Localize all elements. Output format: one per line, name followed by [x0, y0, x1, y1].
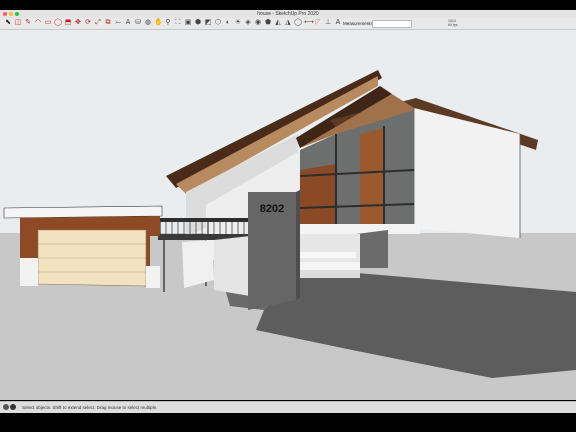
- solid-tools-icon[interactable]: ◉: [254, 19, 262, 27]
- info-icon[interactable]: [3, 404, 9, 410]
- 3d-text-icon[interactable]: A: [334, 19, 342, 27]
- offset-tool-icon[interactable]: ⧉: [104, 19, 112, 27]
- component-icon[interactable]: ⬡: [214, 19, 222, 27]
- arc-tool-icon[interactable]: ◠: [34, 19, 42, 27]
- lower-dark-wall: [356, 230, 388, 268]
- main-toolbar: ⬉ ◫ ✎ ◠ ▭ ◯ ⬒ ✥ ⟳ ⤢ ⧉ ⤚ A ⛁ ◍ ✋ ⚲ ⛶ ▣ ⬢ ◩ ⬡ ◐ ☀ ◈ ◉ ⬟ ◭ ◮ ◯ ⟷ ◸ ⊥ A Measu…: [0, 18, 576, 30]
- rectangle-tool-icon[interactable]: ▭: [44, 19, 52, 27]
- protractor-icon[interactable]: ◸: [314, 19, 322, 27]
- measurements-input[interactable]: [372, 20, 412, 28]
- orbit-tool-icon[interactable]: ◍: [144, 19, 152, 27]
- under-deck-wall-right: [214, 236, 250, 296]
- select-tool-icon[interactable]: ⬉: [4, 19, 12, 27]
- move-tool-icon[interactable]: ✥: [74, 19, 82, 27]
- garage-pier-right: [146, 266, 160, 288]
- line-tool-icon[interactable]: ✎: [24, 19, 32, 27]
- rotate-tool-icon[interactable]: ⟳: [84, 19, 92, 27]
- eraser-tool-icon[interactable]: ◫: [14, 19, 22, 27]
- warehouse-icon[interactable]: ▣: [184, 19, 192, 27]
- window-title: house - SketchUp Pro 2020: [257, 11, 319, 17]
- send-to-layout-icon[interactable]: ◩: [204, 19, 212, 27]
- stats-line-2: 60 fps: [448, 23, 458, 27]
- garage-pier-left: [20, 258, 38, 286]
- paint-bucket-tool-icon[interactable]: ⛁: [134, 19, 142, 27]
- viewport-stats: 1024 60 fps: [448, 19, 458, 27]
- styles-icon[interactable]: ◐: [224, 19, 232, 27]
- measurements-label: Measurements: [343, 21, 373, 26]
- text-tool-icon[interactable]: A: [124, 19, 132, 27]
- follow-me-icon[interactable]: ◭: [274, 19, 282, 27]
- scale-tool-icon[interactable]: ⤢: [94, 19, 102, 27]
- status-bar: Select objects. Shift to extend select. …: [0, 401, 576, 413]
- circle-tool-icon[interactable]: ◯: [54, 19, 62, 27]
- app-window: house - SketchUp Pro 2020 ⬉ ◫ ✎ ◠ ▭ ◯ ⬒ ✥ ⟳ ⤢ ⧉ ⤚ A ⛁…: [0, 0, 576, 432]
- model-view[interactable]: 8202: [0, 30, 576, 400]
- dimension-icon[interactable]: ⟷: [304, 19, 314, 27]
- status-text: Select objects. Shift to extend select. …: [22, 405, 158, 410]
- house-number: 8202: [260, 203, 284, 215]
- title-bar: house - SketchUp Pro 2020: [0, 10, 576, 18]
- garage-roof: [3, 205, 163, 219]
- cedar-panel-left: [300, 164, 336, 226]
- shadows-icon[interactable]: ☀: [234, 19, 242, 27]
- address-pillar-side: [296, 190, 300, 300]
- tape-measure-tool-icon[interactable]: ⤚: [114, 19, 122, 27]
- axes-icon[interactable]: ⊥: [324, 19, 332, 27]
- zoom-extents-tool-icon[interactable]: ⛶: [174, 19, 182, 27]
- under-deck-wall: [182, 240, 214, 288]
- model-viewport[interactable]: 8202: [0, 30, 576, 400]
- cedar-panel-center: [360, 128, 384, 228]
- geolocation-icon[interactable]: [10, 404, 16, 410]
- outer-shell-icon[interactable]: ◯: [294, 19, 302, 27]
- sandbox-icon[interactable]: ⬟: [264, 19, 272, 27]
- section-plane-icon[interactable]: ◈: [244, 19, 252, 27]
- floor-band: [296, 224, 420, 234]
- extension-warehouse-icon[interactable]: ⬢: [194, 19, 202, 27]
- zoom-tool-icon[interactable]: ⚲: [164, 19, 172, 27]
- intersect-icon[interactable]: ◮: [284, 19, 292, 27]
- pan-tool-icon[interactable]: ✋: [154, 19, 163, 27]
- push-pull-tool-icon[interactable]: ⬒: [64, 19, 72, 27]
